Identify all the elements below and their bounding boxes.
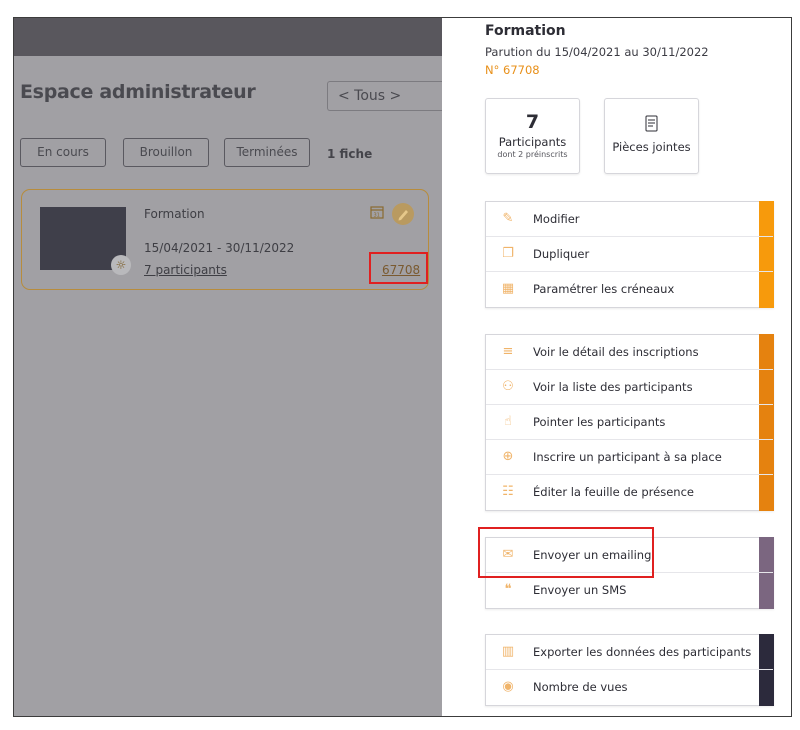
action-label: Envoyer un SMS bbox=[533, 583, 627, 597]
filter-chip-brouillon[interactable]: Brouillon bbox=[123, 138, 209, 167]
document-icon bbox=[644, 115, 660, 133]
app-frame: Espace administrateur < Tous > En cours … bbox=[13, 17, 792, 717]
click-badge-icon: ☼ bbox=[111, 255, 131, 275]
list-icon: ≡ bbox=[502, 344, 514, 359]
action-nombre-vues[interactable]: ◉ Nombre de vues bbox=[486, 670, 773, 705]
action-label: Paramétrer les créneaux bbox=[533, 282, 675, 296]
action-label: Modifier bbox=[533, 212, 580, 226]
calendar-icon: ▦ bbox=[501, 281, 515, 296]
event-card-participants-link[interactable]: 7 participants bbox=[144, 263, 227, 277]
action-inscrire-participant[interactable]: ⊕ Inscrire un participant à sa place bbox=[486, 440, 773, 475]
svg-text:31: 31 bbox=[374, 213, 380, 219]
bar-chart-icon: ▥ bbox=[501, 644, 515, 659]
filter-chip-en-cours[interactable]: En cours bbox=[20, 138, 106, 167]
action-parametrer-creneaux[interactable]: ▦ Paramétrer les créneaux bbox=[486, 272, 773, 307]
action-label: Nombre de vues bbox=[533, 680, 628, 694]
action-label: Exporter les données des participants bbox=[533, 645, 752, 659]
event-card-title: Formation bbox=[144, 207, 205, 221]
action-label: Éditer la feuille de présence bbox=[533, 485, 694, 499]
action-label: Pointer les participants bbox=[533, 415, 666, 429]
action-label: Dupliquer bbox=[533, 247, 590, 261]
action-label: Voir le détail des inscriptions bbox=[533, 345, 699, 359]
plus-circle-icon: ⊕ bbox=[502, 449, 514, 464]
detail-panel: Formation Parution du 15/04/2021 au 30/1… bbox=[442, 18, 791, 716]
action-label: Inscrire un participant à sa place bbox=[533, 450, 722, 464]
participants-count: 7 bbox=[525, 111, 540, 133]
action-modifier[interactable]: ✎ Modifier bbox=[486, 202, 773, 237]
calendar-icon[interactable]: 31 bbox=[370, 205, 384, 219]
edit-pencil-icon[interactable] bbox=[392, 203, 414, 225]
action-dupliquer[interactable]: ❐ Dupliquer bbox=[486, 237, 773, 272]
hand-pointer-icon: ☝ bbox=[504, 414, 512, 429]
participants-label: Participants bbox=[498, 135, 567, 149]
highlight-box bbox=[369, 252, 428, 284]
attachments-stat-card[interactable]: Pièces jointes bbox=[604, 98, 699, 174]
action-group-stats: ▥ Exporter les données des participants … bbox=[485, 634, 774, 706]
eye-icon: ◉ bbox=[502, 679, 514, 694]
pencil-icon: ✎ bbox=[502, 211, 514, 226]
action-liste-participants[interactable]: ⚇ Voir la liste des participants bbox=[486, 370, 773, 405]
highlight-box bbox=[478, 527, 654, 578]
action-label: Voir la liste des participants bbox=[533, 380, 693, 394]
duplicate-icon: ❐ bbox=[502, 246, 514, 261]
action-detail-inscriptions[interactable]: ≡ Voir le détail des inscriptions bbox=[486, 335, 773, 370]
filter-chip-terminees[interactable]: Terminées bbox=[224, 138, 310, 167]
participants-stat-card[interactable]: 7 Participants dont 2 préinscrits bbox=[485, 98, 580, 174]
people-icon: ⚇ bbox=[502, 379, 514, 394]
participants-sub: dont 2 préinscrits bbox=[497, 150, 568, 159]
event-card-dates: 15/04/2021 - 30/11/2022 bbox=[144, 241, 295, 255]
action-envoyer-sms[interactable]: ❝ Envoyer un SMS bbox=[486, 573, 773, 608]
checklist-icon: ☷ bbox=[502, 484, 514, 499]
action-pointer-participants[interactable]: ☝ Pointer les participants bbox=[486, 405, 773, 440]
action-exporter-donnees[interactable]: ▥ Exporter les données des participants bbox=[486, 635, 773, 670]
dimmed-background[interactable]: Espace administrateur < Tous > En cours … bbox=[14, 18, 442, 716]
action-group-edit: ✎ Modifier ❐ Dupliquer ▦ Paramétrer les … bbox=[485, 201, 774, 308]
page-title: Espace administrateur bbox=[20, 81, 256, 103]
panel-title: Formation bbox=[485, 23, 566, 39]
action-feuille-presence[interactable]: ☷ Éditer la feuille de présence bbox=[486, 475, 773, 510]
event-card[interactable]: ☼ Formation 15/04/2021 - 30/11/2022 7 pa… bbox=[21, 189, 429, 290]
fiche-count: 1 fiche bbox=[327, 147, 373, 161]
attachments-label: Pièces jointes bbox=[612, 140, 691, 154]
action-group-participants: ≡ Voir le détail des inscriptions ⚇ Voir… bbox=[485, 334, 774, 511]
filter-select[interactable]: < Tous > bbox=[327, 81, 442, 111]
top-bar bbox=[14, 18, 442, 56]
panel-number: N° 67708 bbox=[485, 63, 540, 77]
chat-bubbles-icon: ❝ bbox=[504, 582, 512, 597]
panel-parution: Parution du 15/04/2021 au 30/11/2022 bbox=[485, 45, 709, 59]
